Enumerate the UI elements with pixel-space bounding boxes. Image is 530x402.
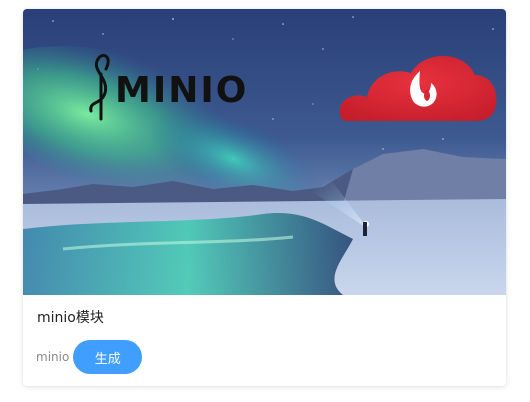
generate-button[interactable]: 生成 [73,340,143,374]
project-card[interactable]: MINIO minio模块 minio 生成 [23,9,506,386]
tag-label: minio [36,350,70,364]
cover-image: MINIO [23,9,506,295]
minio-logo-text: MINIO [115,70,248,111]
card-title: minio模块 [37,310,104,326]
card-footer: minio 生成 [36,340,143,374]
cover-scene: MINIO [23,9,506,295]
